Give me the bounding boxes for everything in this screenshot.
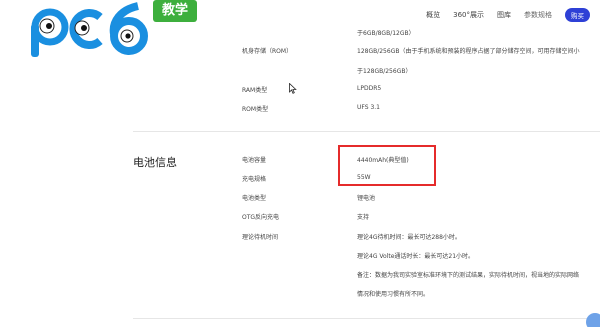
nav-360-link[interactable]: 360°展示 bbox=[453, 10, 484, 20]
rom-value-line2: 于128GB/256GB） bbox=[357, 68, 412, 75]
nav-gallery-link[interactable]: 图库 bbox=[497, 10, 511, 20]
bottom-divider bbox=[133, 318, 600, 319]
battery-type-value: 锂电池 bbox=[357, 195, 376, 202]
floating-chat-button[interactable] bbox=[586, 313, 600, 327]
standby-time-label: 理论待机时间 bbox=[242, 234, 279, 241]
rom-type-label: ROM类型 bbox=[242, 106, 269, 113]
nav-links: 概览 360°展示 图库 参数规格 购买 bbox=[413, 8, 590, 22]
standby-time-value-1: 理论4G待机时间：最长可达288小时。 bbox=[357, 234, 461, 241]
otg-value: 支持 bbox=[357, 214, 370, 221]
rom-value-line1: 128GB/256GB（由于手机系统和预装的程序占据了部分储存空间，可用存储空间… bbox=[357, 48, 580, 55]
battery-capacity-label: 电池容量 bbox=[242, 157, 267, 164]
ram-type-value: LPDDR5 bbox=[357, 85, 382, 92]
nav-specs-link[interactable]: 参数规格 bbox=[524, 10, 552, 20]
buy-button[interactable]: 购买 bbox=[565, 8, 590, 22]
highlight-annotation-box bbox=[338, 145, 436, 186]
pc6-watermark-logo: 教学 bbox=[28, 0, 197, 58]
charging-spec-label: 充电规格 bbox=[242, 176, 267, 183]
otg-label: OTG反向充电 bbox=[242, 214, 280, 221]
ram-type-label: RAM类型 bbox=[242, 87, 268, 94]
pc6-logo-icon bbox=[31, 2, 148, 57]
section-divider bbox=[133, 131, 600, 132]
standby-note-line2: 情况和使用习惯有所不同。 bbox=[357, 291, 430, 298]
teaching-badge: 教学 bbox=[153, 0, 197, 22]
rom-label: 机身存储（ROM） bbox=[242, 48, 293, 55]
battery-type-label: 电池类型 bbox=[242, 195, 267, 202]
standby-time-value-2: 理论4G Volte通话时长：最长可达21小时。 bbox=[357, 253, 475, 260]
mouse-cursor-icon bbox=[289, 83, 297, 94]
rom-type-value: UFS 3.1 bbox=[357, 104, 380, 111]
nav-overview-link[interactable]: 概览 bbox=[426, 10, 440, 20]
ram-value-partial: 于6GB/8GB/12GB） bbox=[357, 30, 415, 37]
battery-section-title: 电池信息 bbox=[133, 156, 177, 169]
standby-note-line1: 备注：数据为我司实验室标准环境下的测试结果，实际待机时间，视当地的实际网络 bbox=[357, 272, 580, 279]
